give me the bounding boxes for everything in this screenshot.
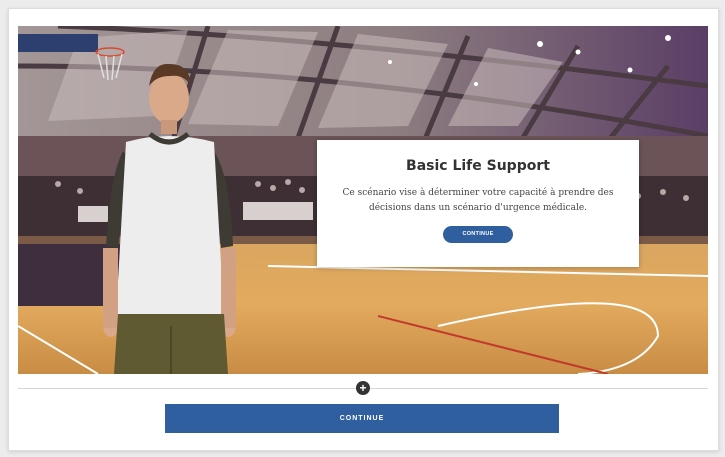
plus-icon: + bbox=[359, 381, 367, 395]
add-block-button[interactable]: + bbox=[356, 381, 370, 395]
continue-button[interactable]: CONTINUE bbox=[165, 404, 559, 433]
card-continue-button[interactable]: CONTINUE bbox=[443, 226, 513, 243]
scenario-description: Ce scénario vise à déterminer votre capa… bbox=[342, 188, 614, 213]
scenario-intro-card: Basic Life Support Ce scénario vise à dé… bbox=[317, 140, 639, 267]
scenario-scene: Basic Life Support Ce scénario vise à dé… bbox=[18, 26, 708, 374]
scenario-title: Basic Life Support bbox=[406, 158, 550, 174]
